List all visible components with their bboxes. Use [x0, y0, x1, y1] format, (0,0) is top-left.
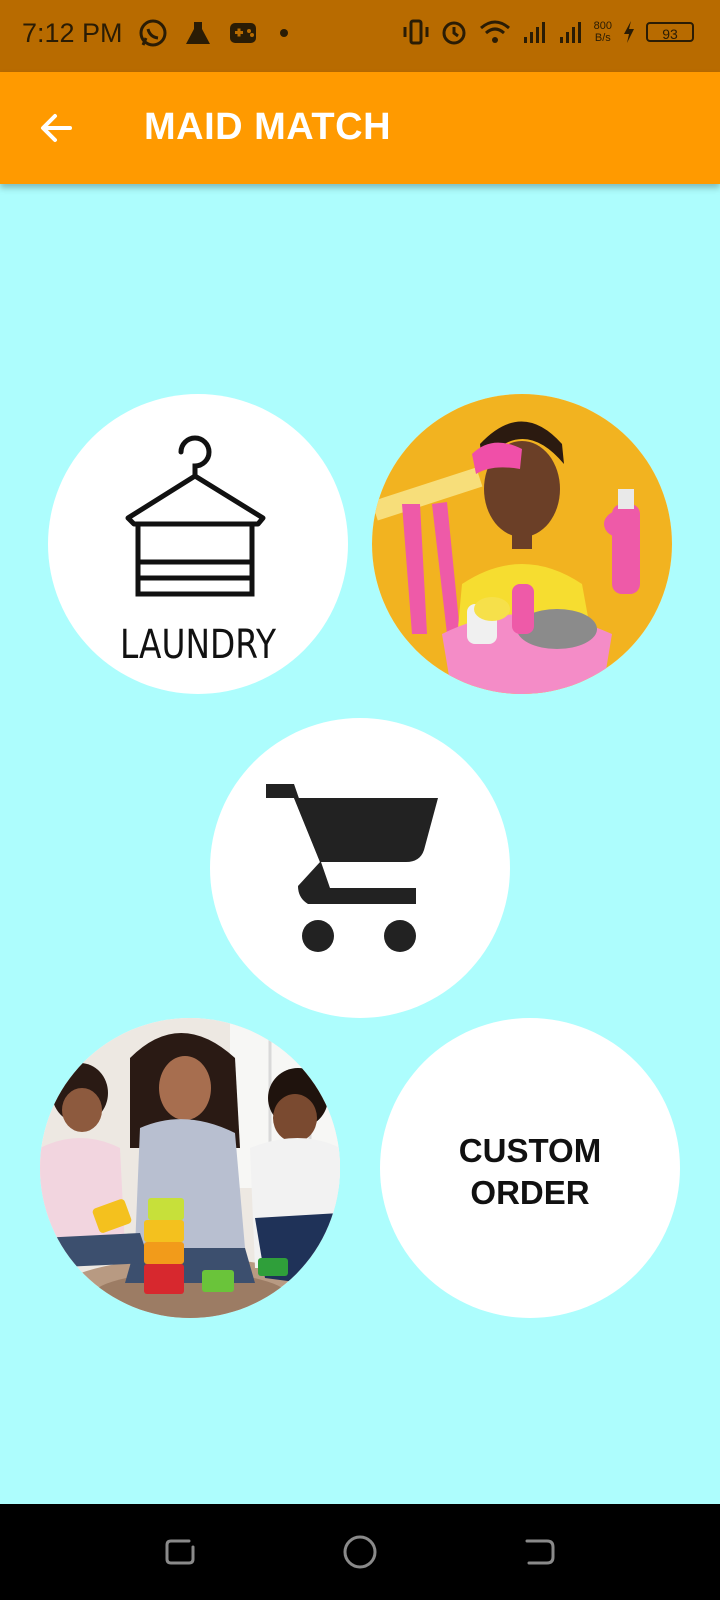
- signal-icon: [523, 22, 545, 43]
- battery-level: 93: [662, 26, 678, 42]
- custom-order-tile[interactable]: CUSTOM ORDER: [380, 1018, 680, 1318]
- navigation-bar: [0, 1504, 720, 1600]
- vibrate-icon: [403, 19, 429, 45]
- childcare-photo: [40, 1018, 340, 1318]
- cleaning-photo: [372, 394, 672, 694]
- wifi-icon: [479, 20, 510, 43]
- speed-unit: B/s: [594, 32, 611, 44]
- charging-icon: [624, 21, 634, 43]
- speed-value: 800: [593, 20, 612, 32]
- custom-order-line2: ORDER: [470, 1174, 590, 1211]
- dot-icon: [280, 29, 288, 37]
- custom-order-label: CUSTOM ORDER: [380, 1130, 680, 1214]
- recents-button[interactable]: [158, 1530, 202, 1574]
- childcare-tile[interactable]: [40, 1018, 340, 1318]
- flask-icon: [186, 22, 210, 44]
- status-left-icons: [138, 18, 294, 48]
- system-back-button[interactable]: [518, 1530, 562, 1574]
- signal-icon: [559, 22, 581, 43]
- app-bar: MAID MATCH: [0, 72, 720, 184]
- laundry-tile[interactable]: LAUNDRY: [48, 394, 348, 694]
- whatsapp-icon: [139, 19, 167, 47]
- status-time: 7:12 PM: [22, 18, 123, 48]
- page-title: MAID MATCH: [144, 106, 392, 148]
- alarm-icon: [442, 21, 466, 45]
- battery-icon: 93: [646, 22, 694, 42]
- status-bar: 7:12 PM 800 B/s 93: [0, 0, 720, 72]
- home-icon: [343, 1535, 377, 1569]
- back-button[interactable]: [30, 102, 82, 154]
- shopping-tile[interactable]: [210, 718, 510, 1018]
- network-speed: 800 B/s: [594, 20, 612, 44]
- shopping-cart-icon: [266, 784, 438, 952]
- home-button[interactable]: [338, 1530, 382, 1574]
- custom-order-line1: CUSTOM: [458, 1132, 602, 1169]
- recents-icon: [165, 1539, 195, 1565]
- laundry-label: LAUNDRY: [119, 622, 276, 668]
- arrow-back-icon: [41, 114, 72, 142]
- game-icon: [230, 23, 256, 43]
- status-right-icons: 800 B/s 93: [402, 18, 694, 46]
- cleaning-service-tile[interactable]: [372, 394, 672, 694]
- back-icon: [525, 1539, 555, 1565]
